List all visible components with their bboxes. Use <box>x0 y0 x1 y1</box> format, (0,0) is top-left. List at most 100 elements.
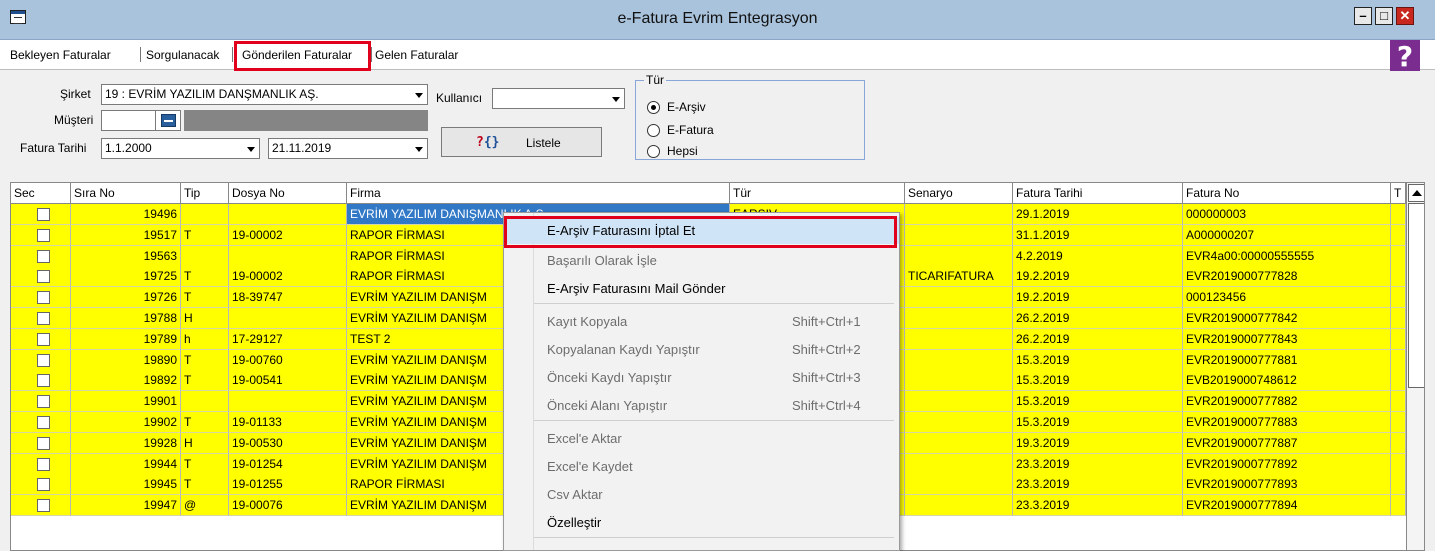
cell-dosya-no[interactable]: 19-01254 <box>229 453 347 475</box>
col-header-fatura-tarihi[interactable]: Fatura Tarihi <box>1013 183 1183 203</box>
row-checkbox[interactable] <box>37 291 50 305</box>
cell-fatura-tarihi[interactable]: 15.3.2019 <box>1013 391 1183 413</box>
cell-dosya-no[interactable] <box>229 204 347 225</box>
cell-tip[interactable]: T <box>181 266 229 288</box>
cell-fatura-no[interactable]: EVR2019000777893 <box>1183 474 1391 496</box>
cell-tip[interactable]: T <box>181 411 229 433</box>
cell-sec[interactable] <box>11 204 71 225</box>
cell-fatura-no[interactable]: A000000207 <box>1183 224 1391 246</box>
cell-tip[interactable]: @ <box>181 495 229 517</box>
kullanici-select[interactable] <box>492 88 625 109</box>
row-checkbox[interactable] <box>37 436 50 450</box>
cell-sira-no[interactable]: 19563 <box>71 245 181 267</box>
help-icon[interactable]: ? <box>1390 40 1420 74</box>
cell-t[interactable] <box>1391 245 1406 267</box>
scroll-thumb[interactable] <box>1408 203 1424 388</box>
cell-dosya-no[interactable]: 19-00002 <box>229 266 347 288</box>
cell-dosya-no[interactable]: 19-00002 <box>229 224 347 246</box>
cell-fatura-tarihi[interactable]: 23.3.2019 <box>1013 474 1183 496</box>
cell-t[interactable] <box>1391 453 1406 475</box>
cell-sira-no[interactable]: 19496 <box>71 204 181 225</box>
tab-bekleyen-faturalar[interactable]: Bekleyen Faturalar <box>10 48 111 62</box>
cell-senaryo[interactable] <box>905 287 1013 309</box>
row-checkbox[interactable] <box>37 374 50 388</box>
cell-sira-no[interactable]: 19947 <box>71 495 181 517</box>
cell-sira-no[interactable]: 19902 <box>71 411 181 433</box>
minimize-button[interactable]: – <box>1354 7 1372 25</box>
row-checkbox[interactable] <box>37 228 50 242</box>
cell-tip[interactable]: h <box>181 328 229 350</box>
cell-senaryo[interactable] <box>905 391 1013 413</box>
cell-sec[interactable] <box>11 370 71 392</box>
cell-fatura-no[interactable]: EVR2019000777882 <box>1183 391 1391 413</box>
cell-dosya-no[interactable] <box>229 307 347 329</box>
listele-button[interactable]: ?{} Listele <box>441 127 602 157</box>
cell-t[interactable] <box>1391 266 1406 288</box>
cell-fatura-no[interactable]: EVR4a00:00000555555 <box>1183 245 1391 267</box>
menu-item[interactable]: Özelleştir <box>504 509 899 536</box>
row-checkbox[interactable] <box>37 353 50 367</box>
menu-item[interactable]: Kopyalanan Kaydı Yapıştır Shift+Ctrl+2 <box>504 336 899 363</box>
cell-sec[interactable] <box>11 287 71 309</box>
row-checkbox[interactable] <box>37 478 50 492</box>
cell-sira-no[interactable]: 19945 <box>71 474 181 496</box>
cell-fatura-tarihi[interactable]: 29.1.2019 <box>1013 204 1183 225</box>
sirket-select[interactable]: 19 : EVRİM YAZILIM DANŞMANLIK AŞ. <box>101 84 428 105</box>
cell-sira-no[interactable]: 19725 <box>71 266 181 288</box>
cell-senaryo[interactable] <box>905 453 1013 475</box>
cell-fatura-tarihi[interactable]: 15.3.2019 <box>1013 370 1183 392</box>
cell-t[interactable] <box>1391 411 1406 433</box>
cell-senaryo[interactable] <box>905 204 1013 225</box>
row-checkbox[interactable] <box>37 208 50 221</box>
cell-fatura-tarihi[interactable]: 23.3.2019 <box>1013 453 1183 475</box>
cell-dosya-no[interactable]: 19-00541 <box>229 370 347 392</box>
cell-senaryo[interactable] <box>905 245 1013 267</box>
cell-t[interactable] <box>1391 224 1406 246</box>
menu-item[interactable]: Csv Aktar <box>504 481 899 508</box>
cell-sec[interactable] <box>11 307 71 329</box>
row-checkbox[interactable] <box>37 415 50 429</box>
cell-sira-no[interactable]: 19944 <box>71 453 181 475</box>
cell-fatura-tarihi[interactable]: 26.2.2019 <box>1013 328 1183 350</box>
col-header-tur[interactable]: Tür <box>730 183 905 203</box>
cell-sira-no[interactable]: 19726 <box>71 287 181 309</box>
cell-senaryo[interactable] <box>905 474 1013 496</box>
cell-tip[interactable]: T <box>181 474 229 496</box>
col-header-sira-no[interactable]: Sıra No <box>71 183 181 203</box>
cell-fatura-tarihi[interactable]: 19.2.2019 <box>1013 287 1183 309</box>
radio-hepsi[interactable] <box>647 145 660 158</box>
cell-sira-no[interactable]: 19892 <box>71 370 181 392</box>
cell-tip[interactable] <box>181 245 229 267</box>
cell-t[interactable] <box>1391 287 1406 309</box>
cell-dosya-no[interactable]: 19-00076 <box>229 495 347 517</box>
radio-e-fatura[interactable] <box>647 124 660 137</box>
cell-senaryo[interactable]: TICARIFATURA <box>905 266 1013 288</box>
menu-item[interactable]: E-Arşiv Faturasını Mail Gönder <box>504 275 899 302</box>
cell-senaryo[interactable] <box>905 495 1013 517</box>
cell-senaryo[interactable] <box>905 224 1013 246</box>
col-header-fatura-no[interactable]: Fatura No <box>1183 183 1391 203</box>
maximize-button[interactable]: □ <box>1375 7 1393 25</box>
musteri-input[interactable] <box>101 110 156 131</box>
vertical-scrollbar[interactable] <box>1406 183 1424 550</box>
cell-tip[interactable]: T <box>181 453 229 475</box>
cell-sec[interactable] <box>11 266 71 288</box>
cell-tip[interactable]: T <box>181 224 229 246</box>
cell-fatura-tarihi[interactable]: 19.3.2019 <box>1013 432 1183 454</box>
menu-item[interactable]: Excel'e Aktar <box>504 425 899 452</box>
row-checkbox[interactable] <box>37 249 50 263</box>
row-checkbox[interactable] <box>37 311 50 325</box>
radio-e-arsiv[interactable] <box>647 101 660 114</box>
cell-senaryo[interactable] <box>905 432 1013 454</box>
radio-e-fatura-label[interactable]: E-Fatura <box>667 123 714 137</box>
radio-e-arsiv-label[interactable]: E-Arşiv <box>667 100 706 114</box>
cell-fatura-no[interactable]: EVR2019000777828 <box>1183 266 1391 288</box>
cell-senaryo[interactable] <box>905 349 1013 371</box>
menu-item[interactable]: Başarılı Olarak İşle <box>504 247 899 274</box>
cell-tip[interactable]: T <box>181 349 229 371</box>
cell-tip[interactable]: H <box>181 307 229 329</box>
cell-tip[interactable]: T <box>181 287 229 309</box>
cell-t[interactable] <box>1391 307 1406 329</box>
customer-picker-button[interactable] <box>155 110 181 131</box>
cell-tip[interactable] <box>181 204 229 225</box>
